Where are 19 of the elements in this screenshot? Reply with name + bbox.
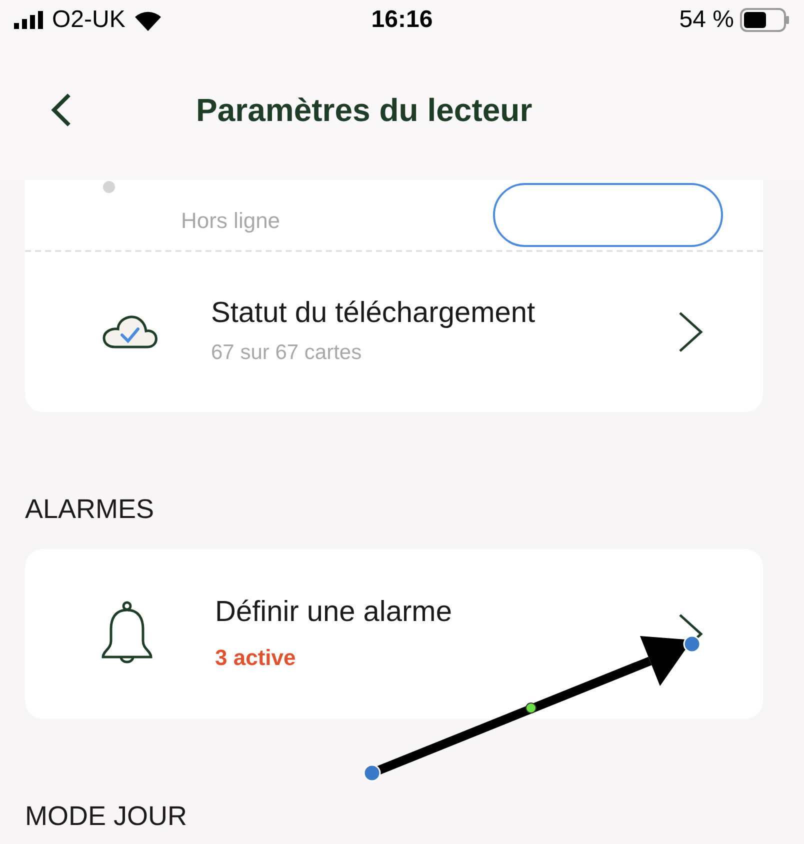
back-icon (50, 92, 72, 128)
wifi-icon (133, 9, 164, 31)
carrier-name: O2-UK (52, 5, 126, 35)
clock-time: 16:16 (370, 5, 434, 35)
status-text: Hors ligne (181, 208, 280, 232)
battery-percent: 54 % (679, 5, 734, 35)
row-title: Statut du téléchargement (211, 296, 536, 332)
alarm-row[interactable]: Définir une alarme 3 active (25, 549, 763, 719)
signal-icon (14, 11, 44, 29)
screen-title: Paramètres du lecteur (196, 91, 532, 130)
row-subtitle: 67 sur 67 cartes (211, 340, 363, 366)
cloud-check-icon (101, 313, 159, 351)
battery-icon (740, 8, 790, 32)
chevron-right-icon (679, 312, 703, 352)
row-title: Définir une alarme (215, 595, 453, 630)
section-heading: ALARMES (25, 496, 156, 523)
active-count: 3 active (215, 644, 297, 672)
outlined-button[interactable] (493, 183, 723, 247)
section-heading: MODE JOUR (25, 803, 188, 830)
